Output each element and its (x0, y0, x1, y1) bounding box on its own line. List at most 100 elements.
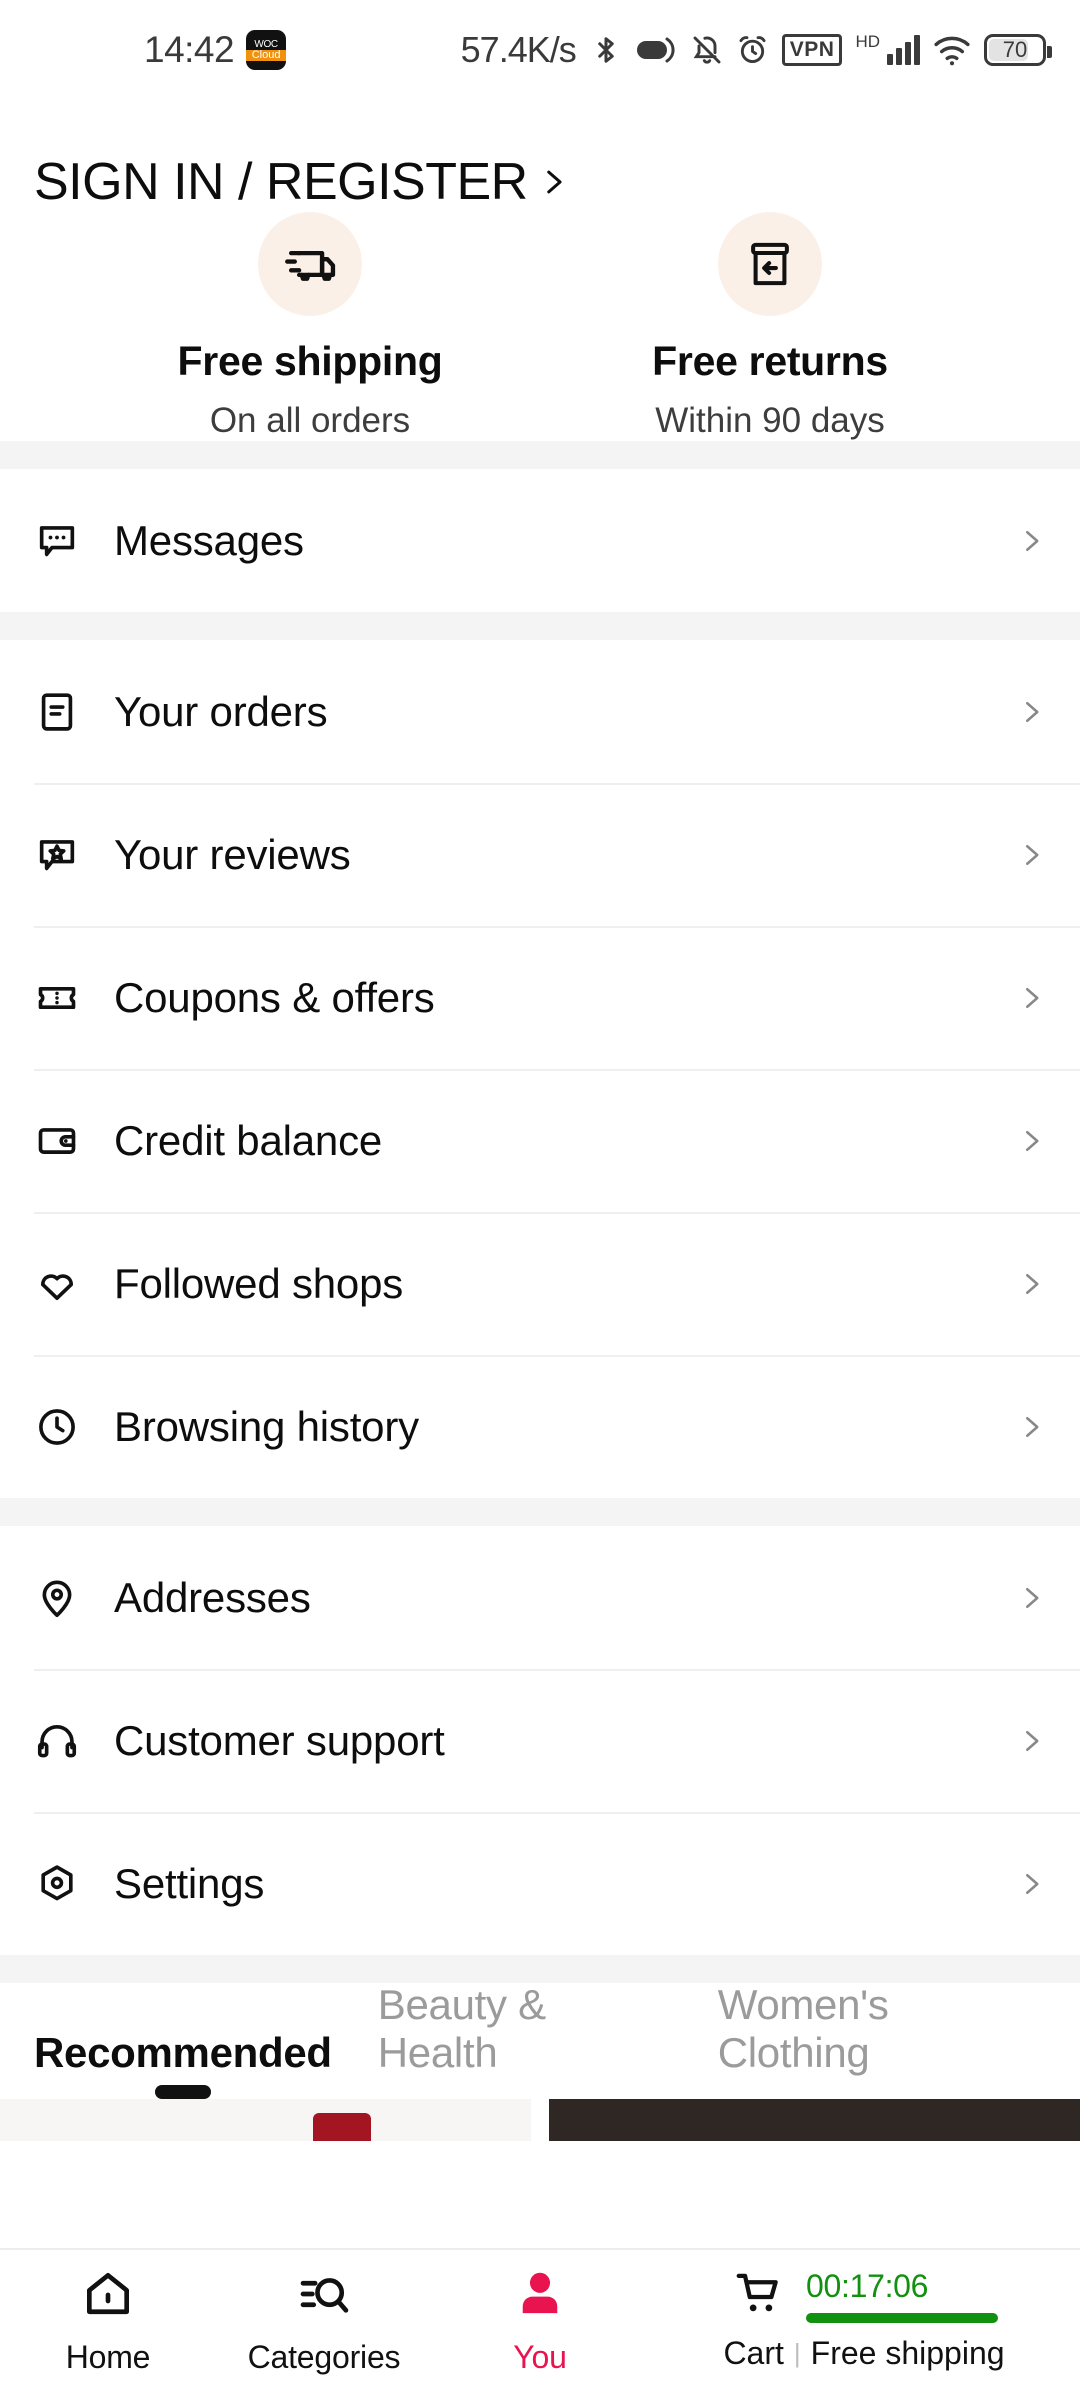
menu-item-label: Your reviews (114, 830, 351, 878)
vpn-icon: VPN (781, 34, 843, 66)
menu-item-label: Coupons & offers (114, 973, 435, 1021)
chevron-right-icon (1016, 1577, 1046, 1619)
menu-item-label: Addresses (114, 1573, 311, 1621)
cart-promo-label: Free shipping (810, 2335, 1005, 2371)
benefit-title: Free shipping (177, 338, 443, 384)
chevron-right-icon (1016, 1263, 1046, 1305)
menu-item-your-reviews[interactable]: Your reviews (0, 783, 1080, 926)
app-badge-icon: WOC Cloud (246, 30, 287, 70)
menu-item-credit-balance[interactable]: Credit balance (0, 1069, 1080, 1212)
chevron-right-icon (1016, 691, 1046, 733)
chevron-right-icon (1016, 834, 1046, 876)
tab-label: Women's Clothing (717, 1981, 889, 2076)
alarm-icon (736, 33, 769, 67)
menu-item-label: Customer support (114, 1716, 445, 1764)
review-star-bubble-icon (34, 832, 96, 878)
signal-bars-icon (887, 35, 920, 65)
status-bar-left: 14:42 WOC Cloud (144, 29, 287, 71)
order-document-icon (34, 689, 96, 735)
bluetooth-icon (591, 33, 621, 67)
status-bar-right: 57.4K/s VPN HD 70 (460, 29, 1052, 71)
coupon-ticket-icon (34, 975, 96, 1021)
nav-item-label: Categories (247, 2339, 401, 2375)
nav-item-you[interactable]: You (432, 2266, 648, 2376)
tab-label: Recommended (34, 2029, 332, 2076)
map-pin-icon (34, 1575, 96, 1621)
section-divider (0, 441, 1080, 469)
benefit-subtitle: Within 90 days (655, 401, 885, 440)
chevron-right-icon (1016, 977, 1046, 1019)
product-feed (0, 2099, 1080, 2141)
menu-item-your-orders[interactable]: Your orders (0, 640, 1080, 783)
nav-item-categories[interactable]: Categories (216, 2266, 432, 2376)
mute-bell-icon (691, 33, 723, 67)
bottom-navigation-bar: Home Categories You 00:17:06 Cart | Free… (0, 2248, 1080, 2400)
benefits-section: Free shipping On all orders Free returns… (0, 212, 1080, 441)
menu-item-messages[interactable]: Messages (0, 469, 1080, 612)
home-icon (80, 2266, 136, 2327)
status-bar: 14:42 WOC Cloud 57.4K/s VPN HD 70 (0, 0, 1080, 100)
benefit-free-returns[interactable]: Free returns Within 90 days (540, 212, 1000, 441)
menu-item-label: Your orders (114, 687, 328, 735)
nav-item-home[interactable]: Home (0, 2266, 216, 2376)
delivery-truck-icon (258, 212, 362, 316)
section-divider (0, 1498, 1080, 1526)
clock-history-icon (34, 1404, 96, 1450)
status-time: 14:42 (144, 29, 235, 70)
shopping-cart-icon (730, 2266, 788, 2325)
menu-item-browsing-history[interactable]: Browsing history (0, 1355, 1080, 1498)
menu-item-addresses[interactable]: Addresses (0, 1526, 1080, 1669)
heart-icon (34, 1261, 96, 1307)
categories-search-icon (296, 2266, 352, 2327)
battery-icon: 70 (984, 34, 1052, 66)
menu-item-label: Messages (114, 516, 304, 564)
network-speed: 57.4K/s (460, 29, 577, 70)
tab-label: Beauty & Health (377, 1981, 546, 2076)
settings-hexagon-icon (34, 1861, 96, 1907)
section-divider (0, 1955, 1080, 1983)
nav-item-label: You (513, 2339, 567, 2375)
cart-timer-value: 00:17:06 (806, 2268, 929, 2304)
app-badge-top: WOC (254, 38, 278, 50)
benefit-subtitle: On all orders (209, 401, 411, 440)
menu-item-settings[interactable]: Settings (0, 1812, 1080, 1955)
tab-recommended[interactable]: Recommended (34, 2029, 332, 2099)
product-card[interactable] (549, 2099, 1080, 2141)
nav-item-cart[interactable]: 00:17:06 Cart | Free shipping (648, 2266, 1080, 2372)
benefit-free-shipping[interactable]: Free shipping On all orders (80, 212, 540, 441)
chevron-right-icon (536, 159, 570, 205)
menu-item-coupons-offers[interactable]: Coupons & offers (0, 926, 1080, 1069)
tab-active-indicator (154, 2085, 211, 2099)
menu-item-label: Credit balance (114, 1116, 383, 1164)
person-icon (512, 2266, 568, 2327)
cart-label: Cart (723, 2335, 784, 2371)
menu-item-label: Settings (114, 1859, 265, 1907)
chevron-right-icon (1016, 1120, 1046, 1162)
cart-free-shipping-timer: 00:17:06 (806, 2268, 998, 2323)
feed-tabs: Recommended Beauty & Health Women's Clot… (0, 1981, 1080, 2099)
section-divider (0, 612, 1080, 640)
tab-womens-clothing[interactable]: Women's Clothing (718, 1981, 1046, 2099)
chevron-right-icon (1016, 1720, 1046, 1762)
benefit-title: Free returns (652, 338, 888, 384)
menu-group-account: Your orders Your reviews Coupons & offer… (0, 640, 1080, 1498)
product-card[interactable] (0, 2099, 531, 2141)
hd-label: HD (855, 32, 880, 51)
menu-item-label: Followed shops (114, 1259, 404, 1307)
chevron-right-icon (1016, 1863, 1046, 1905)
nav-item-label: Home (65, 2339, 151, 2375)
tab-beauty-health[interactable]: Beauty & Health (378, 1981, 672, 2099)
cart-timer-progress-bar (806, 2313, 998, 2323)
chevron-right-icon (1016, 1406, 1046, 1448)
cart-label-separator: | (793, 2338, 801, 2368)
menu-item-customer-support[interactable]: Customer support (0, 1669, 1080, 1812)
app-badge-bottom: Cloud (246, 49, 287, 61)
return-box-icon (718, 212, 822, 316)
sign-in-register-button[interactable]: SIGN IN / REGISTER (0, 100, 1080, 212)
menu-item-followed-shops[interactable]: Followed shops (0, 1212, 1080, 1355)
message-bubble-icon (34, 518, 96, 564)
sign-in-label: SIGN IN / REGISTER (34, 153, 528, 211)
ring-mode-icon (634, 34, 678, 66)
menu-item-label: Browsing history (114, 1402, 419, 1450)
menu-group-messages: Messages (0, 469, 1080, 612)
